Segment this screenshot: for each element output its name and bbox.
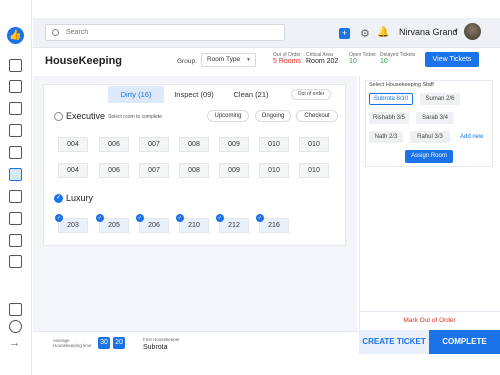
executive-subtitle: Select room to complete bbox=[108, 114, 162, 120]
checkmark-icon: ✓ bbox=[216, 214, 224, 222]
room-tile[interactable]: 210 bbox=[179, 218, 209, 233]
executive-icon bbox=[54, 112, 63, 121]
room-tile[interactable]: 206 bbox=[139, 218, 169, 233]
housekeeping-icon[interactable] bbox=[9, 168, 22, 181]
stat-value: 10 bbox=[380, 58, 388, 65]
room-tile[interactable]: 007 bbox=[139, 163, 169, 178]
mark-out-of-order-button[interactable]: Mark Out of Order bbox=[359, 311, 500, 330]
check-circle-icon[interactable] bbox=[9, 320, 22, 333]
tab-inspect[interactable]: Inspect (09) bbox=[166, 86, 222, 103]
avg-time-label: Average Housekeeping time bbox=[53, 338, 92, 348]
executive-title: Executive bbox=[66, 111, 106, 121]
stat-open-ticket: Open Ticket 10 bbox=[349, 52, 376, 65]
first-housekeeper-value: Subrota bbox=[143, 344, 168, 351]
page-header: HouseKeeping Group: Room Type ▼ Out of O… bbox=[33, 48, 500, 76]
filter-ongoing[interactable]: Ongoing bbox=[255, 110, 291, 122]
room-tile[interactable]: 006 bbox=[99, 137, 129, 152]
group-label: Group: bbox=[177, 58, 197, 65]
logout-arrow-icon[interactable]: → bbox=[9, 337, 20, 349]
avg-time-seconds: 20 bbox=[113, 337, 125, 349]
analytics-icon[interactable] bbox=[9, 255, 22, 268]
room-tile[interactable]: 203 bbox=[58, 218, 88, 233]
room-tile[interactable]: 010 bbox=[299, 137, 329, 152]
room-tile[interactable]: 008 bbox=[179, 137, 209, 152]
rooms-icon[interactable] bbox=[9, 80, 22, 93]
checkmark-icon: ✓ bbox=[256, 214, 264, 222]
hotel-name[interactable]: Nirvana Grand bbox=[399, 27, 458, 37]
stat-value: 5 Rooms bbox=[273, 58, 302, 65]
view-tickets-button[interactable]: View Tickets bbox=[425, 52, 479, 67]
page-title: HouseKeeping bbox=[45, 55, 123, 67]
staff-chip[interactable]: Nath 2/3 bbox=[369, 131, 403, 143]
dining-icon[interactable] bbox=[9, 234, 22, 247]
stat-critical-area: Critical Area Room 202 bbox=[306, 52, 338, 65]
avg-time-minutes: 30 bbox=[98, 337, 110, 349]
chevron-down-icon[interactable]: ▼ bbox=[453, 29, 459, 35]
top-bar: + ⚙ 🔔 Nirvana Grand ▼ bbox=[33, 18, 500, 48]
group-select[interactable]: Room Type ▼ bbox=[201, 53, 256, 67]
app-logo[interactable]: 👍 bbox=[7, 27, 24, 44]
staff-chip[interactable]: Subrota 8/10 bbox=[369, 93, 413, 105]
filter-checkout[interactable]: Checkout bbox=[296, 110, 338, 122]
chevron-down-icon: ▼ bbox=[246, 57, 251, 63]
search-icon bbox=[52, 29, 59, 36]
filter-upcoming[interactable]: Upcoming bbox=[207, 110, 249, 122]
inventory-icon[interactable] bbox=[9, 212, 22, 225]
calendar-icon[interactable] bbox=[9, 102, 22, 115]
dashboard-icon[interactable] bbox=[9, 59, 22, 72]
cart-icon[interactable] bbox=[9, 146, 22, 159]
room-tile[interactable]: 010 bbox=[259, 163, 289, 178]
room-tile[interactable]: 006 bbox=[99, 163, 129, 178]
documents-icon[interactable] bbox=[9, 190, 22, 203]
profile-icon[interactable] bbox=[9, 303, 22, 316]
search-box[interactable] bbox=[45, 24, 285, 41]
stat-delayed-tickets: Delayed Tickets 10 bbox=[380, 52, 415, 65]
stat-out-of-order: Out of Order 5 Rooms bbox=[273, 52, 301, 65]
luxury-title: Luxury bbox=[66, 193, 94, 203]
room-tile[interactable]: 004 bbox=[58, 137, 88, 152]
complete-button[interactable]: COMPLETE bbox=[429, 330, 500, 354]
add-new-staff-link[interactable]: Add new bbox=[460, 134, 483, 140]
staff-chip[interactable]: Rishabh 3/5 bbox=[369, 112, 409, 124]
room-tile[interactable]: 008 bbox=[179, 163, 209, 178]
room-tile[interactable]: 009 bbox=[219, 163, 249, 178]
first-housekeeper-label: First Housekeeper bbox=[143, 337, 180, 342]
stat-value: Room 202 bbox=[306, 58, 339, 65]
room-tile[interactable]: 010 bbox=[259, 137, 289, 152]
gear-icon[interactable]: ⚙ bbox=[360, 27, 370, 40]
out-of-order-toggle[interactable]: Out of order bbox=[291, 89, 331, 100]
staff-chip[interactable]: Sarab 3/4 bbox=[416, 112, 454, 124]
assign-room-button[interactable]: Assign Room bbox=[405, 150, 453, 163]
create-ticket-button[interactable]: CREATE TICKET bbox=[359, 330, 429, 354]
room-tile[interactable]: 212 bbox=[219, 218, 249, 233]
add-icon[interactable]: + bbox=[339, 28, 350, 39]
room-tile[interactable]: 007 bbox=[139, 137, 169, 152]
staff-title: Select Housekeeping Staff bbox=[369, 82, 434, 88]
staff-chip[interactable]: Suman 2/6 bbox=[420, 93, 460, 105]
checkmark-icon: ✓ bbox=[96, 214, 104, 222]
group-select-value: Room Type bbox=[207, 56, 241, 63]
tab-dirty[interactable]: Dirty (16) bbox=[108, 86, 164, 103]
tab-clean[interactable]: Clean (21) bbox=[224, 86, 278, 103]
checkmark-icon: ✓ bbox=[136, 214, 144, 222]
room-tile[interactable]: 010 bbox=[299, 163, 329, 178]
avatar[interactable] bbox=[464, 23, 481, 40]
room-tile[interactable]: 004 bbox=[58, 163, 88, 178]
bottom-bar: Average Housekeeping time 30 20 First Ho… bbox=[33, 331, 359, 356]
room-tile[interactable]: 216 bbox=[259, 218, 289, 233]
stat-value: 10 bbox=[349, 58, 357, 65]
checkmark-icon[interactable]: ✓ bbox=[54, 194, 63, 203]
bell-icon[interactable]: 🔔 bbox=[377, 27, 389, 38]
sidebar: 👍 → bbox=[0, 0, 32, 375]
room-tile[interactable]: 205 bbox=[99, 218, 129, 233]
checkmark-icon: ✓ bbox=[55, 214, 63, 222]
checkmark-icon: ✓ bbox=[176, 214, 184, 222]
staff-chip[interactable]: Rahul 3/3 bbox=[410, 131, 450, 143]
reports-icon[interactable] bbox=[9, 124, 22, 137]
search-input[interactable] bbox=[66, 27, 266, 38]
room-tile[interactable]: 009 bbox=[219, 137, 249, 152]
